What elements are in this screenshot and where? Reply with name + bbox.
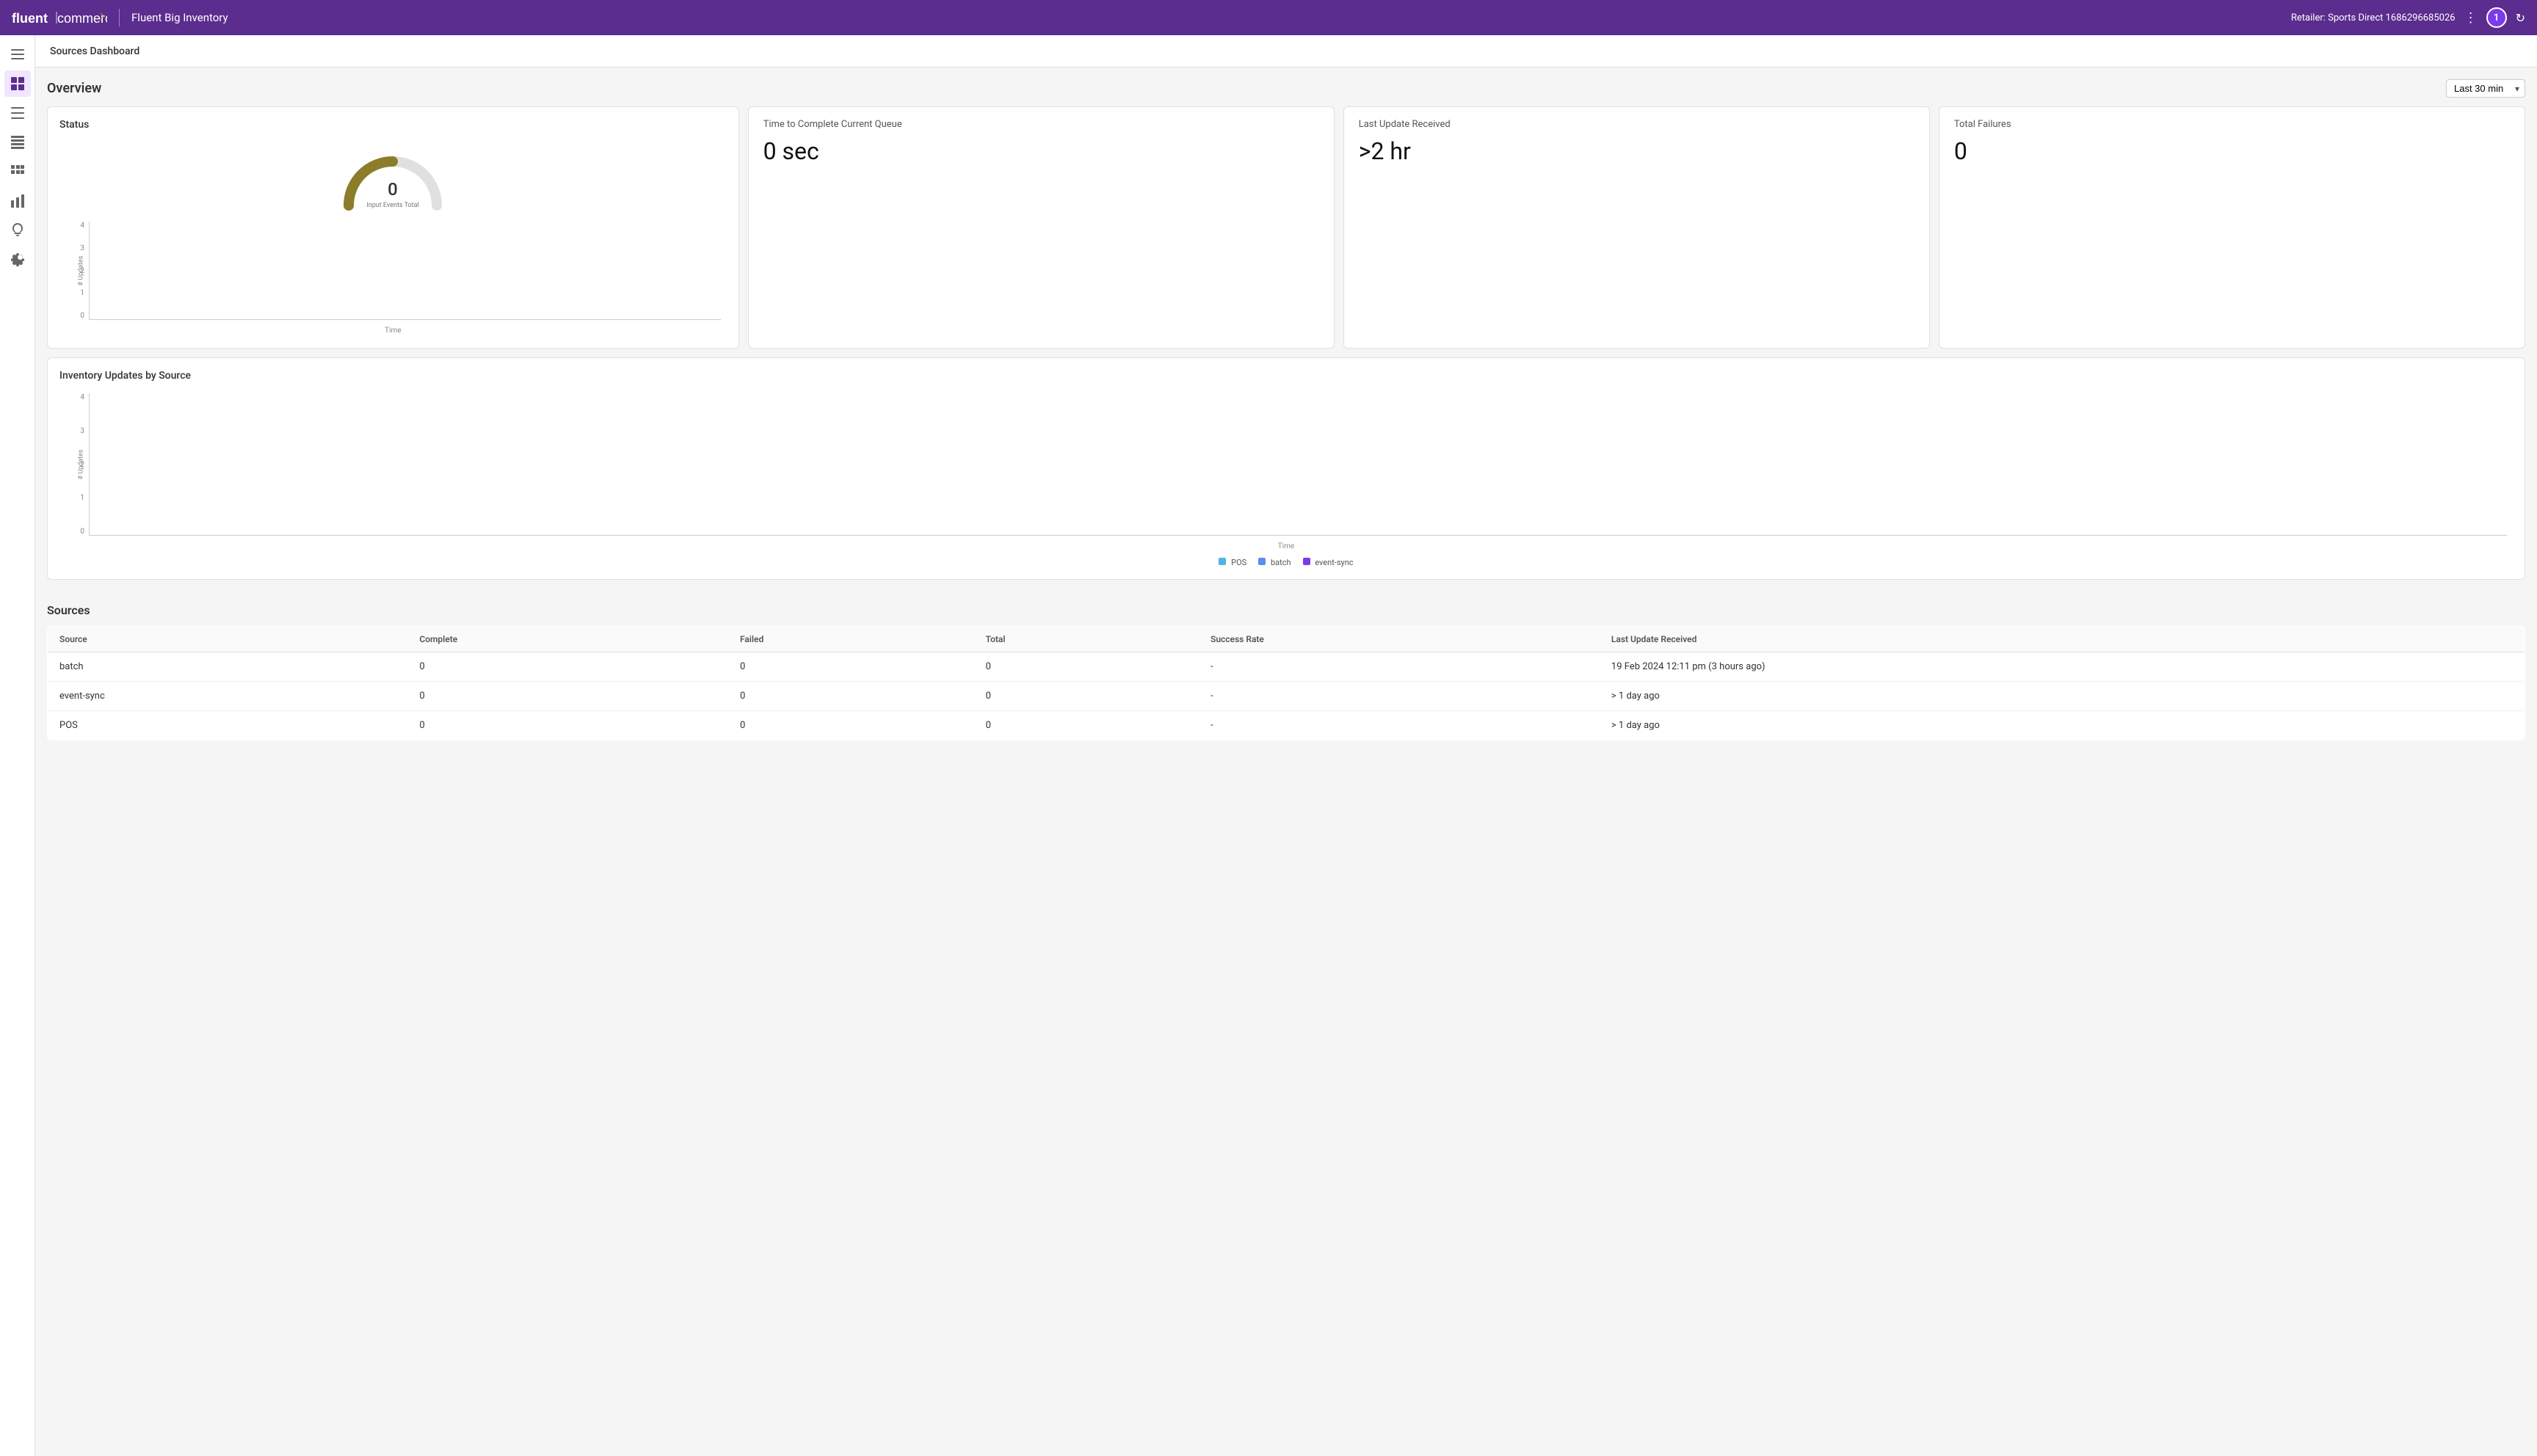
col-complete: Complete (407, 627, 728, 652)
cell-failed-0: 0 (728, 652, 974, 682)
cell-failed-2: 0 (728, 711, 974, 740)
overview-title: Overview (47, 81, 101, 96)
time-filter-select[interactable]: Last 30 min Last 1 hr Last 6 hr Last 24 … (2446, 79, 2525, 98)
legend-event-sync: event-sync (1303, 558, 1354, 567)
cell-success-rate-0: - (1199, 652, 1600, 682)
page-layout: Sources Dashboard Overview Last 30 min L… (0, 35, 2537, 1456)
topnav-right: Retailer: Sports Direct 1686296685026 ⋮ … (2291, 7, 2525, 28)
time-filter-wrapper[interactable]: Last 30 min Last 1 hr Last 6 hr Last 24 … (2446, 79, 2525, 98)
retailer-label: Retailer: Sports Direct 1686296685026 (2291, 12, 2456, 23)
inventory-chart-title: Inventory Updates by Source (59, 370, 2513, 382)
total-failures-card: Total Failures 0 (1939, 106, 2525, 349)
overview-section: Overview Last 30 min Last 1 hr Last 6 hr… (35, 68, 2537, 592)
cell-complete-1: 0 (407, 682, 728, 711)
svg-text:fluent: fluent (12, 11, 48, 26)
chart-plot-area-inventory: # Updates (89, 393, 2507, 536)
refresh-icon[interactable]: ↻ (2516, 11, 2525, 25)
sources-table-header: Source Complete Failed Total Success Rat… (48, 627, 2525, 652)
chart-plot-area-status: # Updates (89, 222, 721, 320)
app-logo: fluent commerce (12, 9, 107, 26)
cell-complete-2: 0 (407, 711, 728, 740)
sources-title: Sources (47, 592, 2525, 626)
status-mini-chart: 43210 # Updates Time (59, 219, 727, 336)
y-axis-title-inventory: # Updates (78, 449, 85, 479)
sidebar-item-hamburger[interactable] (4, 41, 31, 68)
inventory-chart-card: Inventory Updates by Source 43210 # Upda… (47, 357, 2525, 580)
legend-pos-dot (1219, 558, 1226, 565)
app-title: Fluent Big Inventory (131, 11, 228, 24)
breadcrumb-bar: Sources Dashboard (35, 35, 2537, 68)
sources-table: Source Complete Failed Total Success Rat… (47, 626, 2525, 740)
cell-success-rate-1: - (1199, 682, 1600, 711)
cell-total-0: 0 (974, 652, 1199, 682)
table-row: event-sync 0 0 0 - > 1 day ago (48, 682, 2525, 711)
svg-text:0: 0 (388, 179, 398, 200)
status-chart-card: Status 0 Input Events Total (47, 106, 739, 349)
cell-complete-0: 0 (407, 652, 728, 682)
left-sidebar (0, 35, 35, 1456)
y-axis-title-status: # Updates (78, 255, 85, 285)
cell-failed-1: 0 (728, 682, 974, 711)
logo-svg: fluent commerce (12, 9, 107, 26)
chart-legend: POS batch event-sync (59, 558, 2513, 567)
total-failures-label: Total Failures (1954, 119, 2510, 130)
gauge-svg: 0 Input Events Total (334, 139, 451, 213)
user-avatar[interactable]: 1 (2486, 7, 2507, 28)
time-to-complete-card: Time to Complete Current Queue 0 sec (748, 106, 1335, 349)
col-last-update: Last Update Received (1600, 627, 2525, 652)
legend-batch-dot (1258, 558, 1266, 565)
cell-last-update-0: 19 Feb 2024 12:11 pm (3 hours ago) (1600, 652, 2525, 682)
col-source: Source (48, 627, 408, 652)
topnav-left: fluent commerce Fluent Big Inventory (12, 9, 228, 26)
sources-table-header-row: Source Complete Failed Total Success Rat… (48, 627, 2525, 652)
legend-event-sync-dot (1303, 558, 1310, 565)
sidebar-item-settings[interactable] (4, 247, 31, 273)
overview-header: Overview Last 30 min Last 1 hr Last 6 hr… (47, 79, 2525, 98)
more-options-icon[interactable]: ⋮ (2464, 10, 2478, 26)
sources-section: Sources Source Complete Failed Total Suc… (35, 592, 2537, 758)
sidebar-item-dashboard[interactable] (4, 70, 31, 97)
legend-pos: POS (1219, 558, 1246, 567)
sidebar-item-list[interactable] (4, 100, 31, 126)
top-navigation: fluent commerce Fluent Big Inventory Ret… (0, 0, 2537, 35)
total-failures-value: 0 (1954, 137, 2510, 165)
sidebar-item-grid[interactable] (4, 159, 31, 185)
nav-divider (119, 9, 120, 26)
col-success-rate: Success Rate (1199, 627, 1600, 652)
col-failed: Failed (728, 627, 974, 652)
cell-last-update-1: > 1 day ago (1600, 682, 2525, 711)
table-row: POS 0 0 0 - > 1 day ago (48, 711, 2525, 740)
time-to-complete-value: 0 sec (763, 137, 1319, 165)
cell-source-1: event-sync (48, 682, 408, 711)
last-update-label: Last Update Received (1359, 119, 1914, 130)
x-axis-label-inventory: Time (1278, 542, 1294, 550)
legend-batch: batch (1258, 558, 1291, 567)
cell-last-update-2: > 1 day ago (1600, 711, 2525, 740)
status-chart-title: Status (59, 119, 727, 131)
cell-source-2: POS (48, 711, 408, 740)
sidebar-item-reports[interactable] (4, 188, 31, 214)
sources-table-body: batch 0 0 0 - 19 Feb 2024 12:11 pm (3 ho… (48, 652, 2525, 740)
cell-total-1: 0 (974, 682, 1199, 711)
table-row: batch 0 0 0 - 19 Feb 2024 12:11 pm (3 ho… (48, 652, 2525, 682)
last-update-value: >2 hr (1359, 137, 1914, 165)
x-axis-label-status: Time (385, 327, 401, 335)
cell-source-0: batch (48, 652, 408, 682)
gauge-container: 0 Input Events Total (59, 139, 727, 213)
col-total: Total (974, 627, 1199, 652)
cell-success-rate-2: - (1199, 711, 1600, 740)
last-update-card: Last Update Received >2 hr (1343, 106, 1930, 349)
sidebar-item-insights[interactable] (4, 217, 31, 244)
sidebar-item-table[interactable] (4, 129, 31, 156)
inventory-chart-area: 43210 # Updates Time (59, 390, 2513, 552)
cell-total-2: 0 (974, 711, 1199, 740)
svg-text:Input Events Total: Input Events Total (367, 202, 419, 209)
breadcrumb-label: Sources Dashboard (50, 46, 139, 57)
main-content: Sources Dashboard Overview Last 30 min L… (35, 35, 2537, 1456)
svg-text:commerce: commerce (57, 11, 107, 26)
stats-row: Status 0 Input Events Total (47, 106, 2525, 349)
time-to-complete-label: Time to Complete Current Queue (763, 119, 1319, 130)
